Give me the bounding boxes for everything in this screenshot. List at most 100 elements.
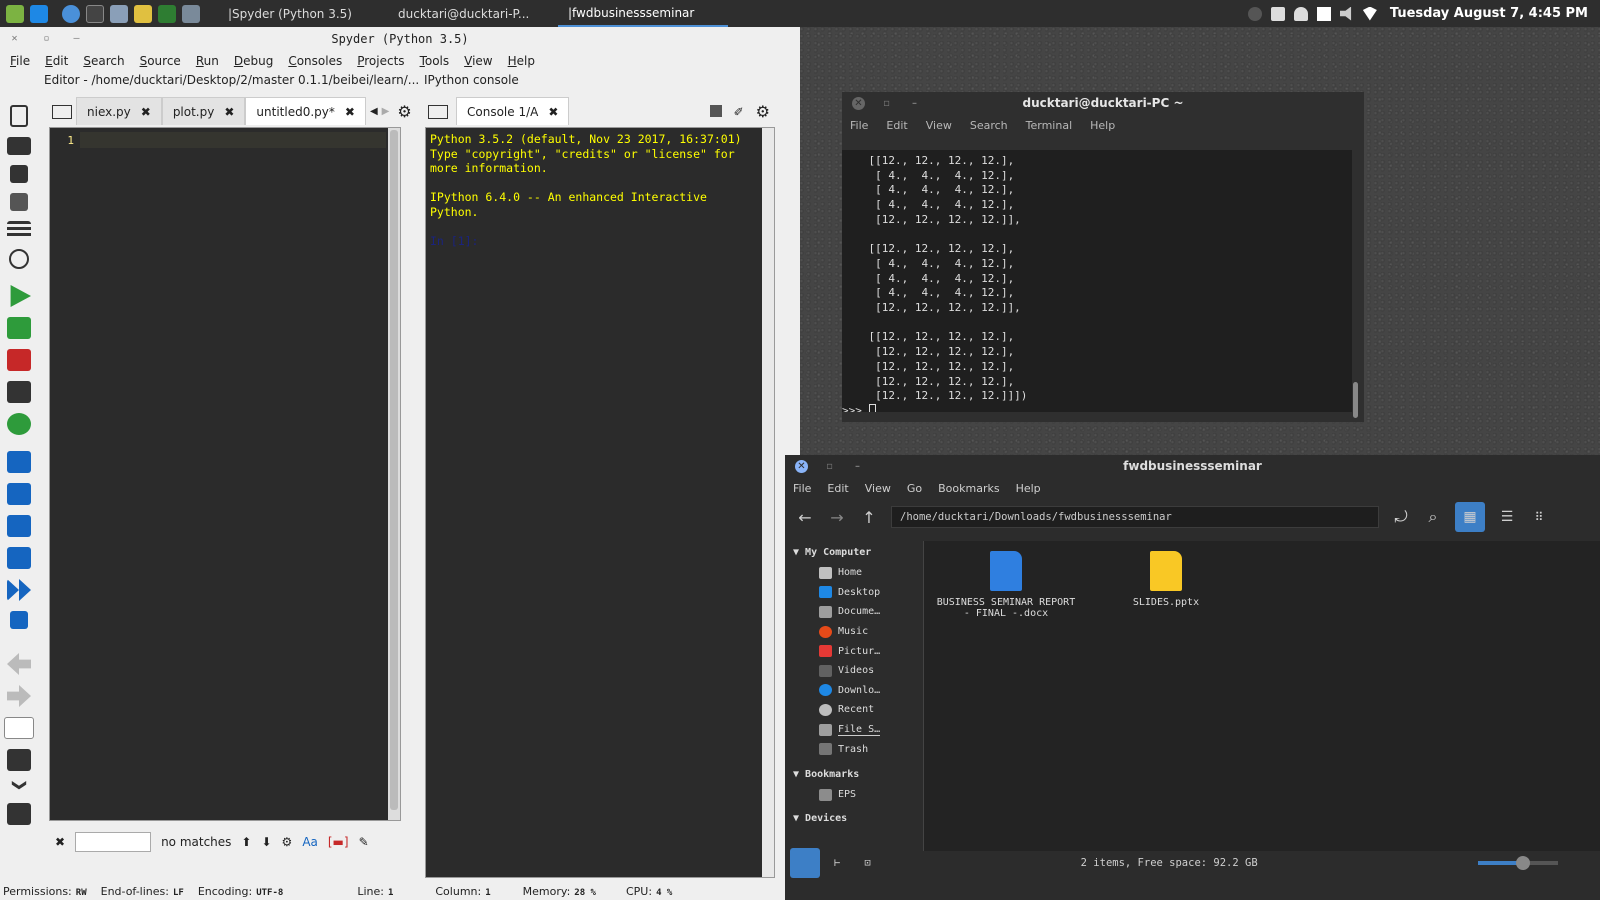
menu-file[interactable]: File [850, 119, 868, 132]
user-icon[interactable] [1293, 6, 1308, 21]
menu-run[interactable]: Run [196, 54, 219, 68]
system-monitor-icon[interactable] [158, 4, 176, 23]
open-file-icon[interactable] [7, 137, 31, 155]
run-cell-icon[interactable] [7, 317, 31, 339]
scroll-tabs-right-icon[interactable]: ▶ [382, 106, 390, 117]
console-scrollbar[interactable] [762, 128, 774, 877]
terminal-icon[interactable] [86, 4, 104, 23]
menu-edit[interactable]: Edit [45, 54, 68, 68]
save-icon[interactable] [10, 165, 28, 183]
continue-icon[interactable] [7, 579, 31, 601]
menu-view[interactable]: View [865, 482, 891, 495]
menu-view[interactable]: View [926, 119, 952, 132]
code-editor[interactable]: 1 [49, 127, 401, 821]
step-icon[interactable] [7, 483, 31, 505]
task-spyder[interactable]: |Spyder (Python 3.5) [218, 0, 388, 27]
ipython-console[interactable]: Python 3.5.2 (default, Nov 23 2017, 16:3… [425, 127, 775, 878]
tab-plot[interactable]: plot.py ✖ [161, 97, 246, 125]
at-icon[interactable] [9, 249, 29, 269]
maximize-pane-icon[interactable] [7, 803, 31, 825]
section-bookmarks[interactable]: ▼ Bookmarks [785, 763, 922, 785]
volume-icon[interactable] [1339, 6, 1352, 21]
file-item-pptx[interactable]: SLIDES.pptx [1096, 541, 1236, 608]
minimize-icon[interactable]: – [851, 460, 864, 473]
menu-bookmarks[interactable]: Bookmarks [938, 482, 999, 495]
back-icon[interactable] [7, 653, 31, 675]
file-item-docx[interactable]: BUSINESS SEMINAR REPORT - FINAL -.docx [936, 541, 1076, 619]
case-sensitive-toggle[interactable]: Aa [302, 835, 318, 849]
menu-help[interactable]: Help [1016, 482, 1041, 495]
find-previous-icon[interactable]: ⬆ [241, 835, 251, 849]
editor-scrollbar[interactable] [388, 128, 400, 820]
place-file-system[interactable]: File S… [785, 720, 922, 740]
menu-terminal[interactable]: Terminal [1026, 119, 1073, 132]
menu-edit[interactable]: Edit [886, 119, 907, 132]
window-icon[interactable] [1316, 6, 1331, 21]
replace-icon[interactable]: ✎ [359, 835, 369, 849]
browse-tabs-icon[interactable] [428, 105, 448, 119]
list-view-button[interactable]: ☰ [1497, 509, 1517, 525]
screenshot-icon[interactable] [1270, 6, 1285, 21]
menu-file[interactable]: File [10, 54, 30, 68]
close-icon[interactable]: ✕ [8, 32, 21, 45]
toggle-sidebar-icon[interactable]: ⊡ [864, 857, 870, 869]
new-file-icon[interactable] [10, 105, 28, 127]
place-pictures[interactable]: Pictur… [785, 641, 922, 661]
find-next-icon[interactable]: ⬇ [261, 835, 271, 849]
restore-icon[interactable]: ▫ [823, 460, 836, 473]
place-desktop[interactable]: Desktop [785, 583, 922, 603]
bluetooth-icon[interactable] [1247, 6, 1262, 21]
rerun-icon[interactable] [7, 413, 31, 435]
close-icon[interactable]: ✖ [141, 105, 151, 119]
run-icon[interactable] [10, 285, 31, 307]
eraser-icon[interactable]: ✐ [734, 105, 744, 119]
place-trash[interactable]: Trash [785, 739, 922, 759]
up-icon[interactable]: ↑ [859, 508, 879, 527]
menu-search[interactable]: Search [970, 119, 1008, 132]
menu-tools[interactable]: Tools [420, 54, 450, 68]
menu-source[interactable]: Source [140, 54, 181, 68]
layout-dropdown[interactable] [4, 717, 34, 739]
outline-icon[interactable] [7, 221, 31, 239]
menu-consoles[interactable]: Consoles [288, 54, 342, 68]
zoom-slider[interactable] [1477, 856, 1558, 870]
back-icon[interactable]: ← [795, 508, 815, 527]
menu-search[interactable]: Search [83, 54, 124, 68]
search-input[interactable] [75, 832, 152, 852]
stop-icon[interactable] [10, 611, 28, 629]
place-videos[interactable]: Videos [785, 661, 922, 681]
compact-view-button[interactable]: ⠿ [1529, 510, 1549, 524]
place-home[interactable]: Home [785, 563, 922, 583]
clock[interactable]: Tuesday August 7, 4:45 PM [1390, 6, 1588, 21]
terminal-output[interactable]: [[12., 12., 12., 12.], [ 4., 4., 4., 12.… [842, 150, 1352, 412]
menu-help[interactable]: Help [1090, 119, 1115, 132]
gear-icon[interactable]: ⚙ [282, 835, 293, 849]
gear-icon[interactable]: ⚙ [397, 102, 411, 121]
save-all-icon[interactable] [10, 193, 28, 211]
close-icon[interactable]: ✕ [852, 97, 865, 110]
close-icon[interactable]: ✕ [795, 460, 808, 473]
minimize-icon[interactable]: – [908, 97, 921, 110]
browse-tabs-icon[interactable] [52, 105, 72, 119]
chromium-icon[interactable] [62, 4, 80, 23]
icon-view-button[interactable]: ▦ [1455, 502, 1485, 532]
step-into-icon[interactable] [7, 515, 31, 537]
menu-go[interactable]: Go [907, 482, 922, 495]
place-downloads[interactable]: Downlo… [785, 681, 922, 701]
search-icon[interactable]: ⌕ [1423, 507, 1443, 527]
close-icon[interactable]: ✖ [224, 105, 234, 119]
places-button[interactable] [790, 848, 820, 878]
terminal-scrollbar[interactable] [1353, 382, 1358, 418]
wifi-icon[interactable] [1362, 6, 1377, 21]
step-return-icon[interactable] [7, 547, 31, 569]
menu-debug[interactable]: Debug [234, 54, 273, 68]
location-field[interactable]: /home/ducktari/Downloads/fwdbusinesssemi… [891, 506, 1379, 528]
minimize-icon[interactable]: – [70, 32, 83, 45]
working-dir-icon[interactable] [7, 749, 31, 771]
menu-view[interactable]: View [464, 54, 492, 68]
restore-icon[interactable]: ▫ [40, 32, 53, 45]
bookmark-eps[interactable]: EPS [785, 785, 922, 805]
debug-icon[interactable] [7, 451, 31, 473]
tree-view-icon[interactable]: ⊢ [834, 857, 840, 869]
place-documents[interactable]: Docume… [785, 602, 922, 622]
